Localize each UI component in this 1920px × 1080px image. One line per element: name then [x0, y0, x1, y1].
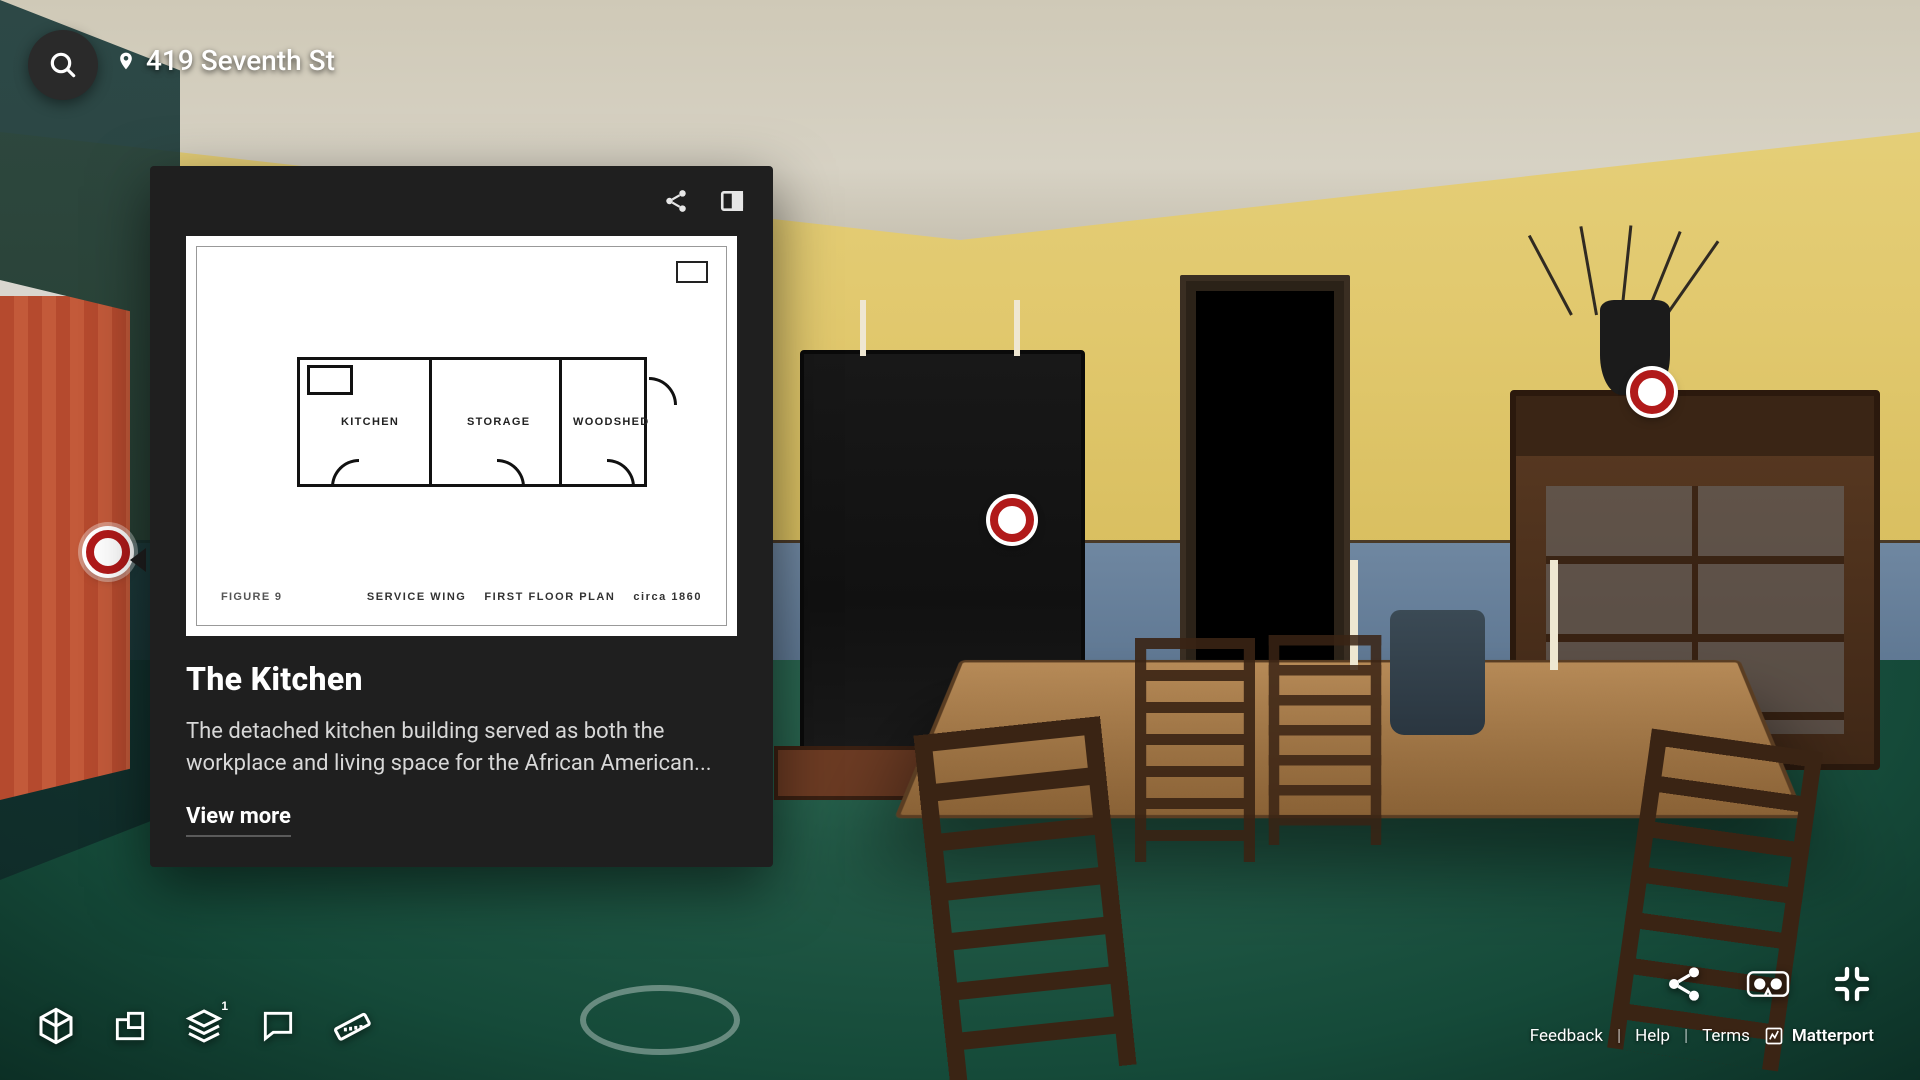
brand-text: Matterport	[1792, 1026, 1874, 1046]
floorplan-icon	[111, 1007, 149, 1045]
pin-icon	[116, 48, 136, 74]
hotspot-kitchen[interactable]	[86, 530, 130, 574]
cube-icon	[36, 1006, 76, 1046]
chair	[1269, 635, 1382, 845]
floors-badge: 1	[221, 1000, 228, 1012]
floor-nav-ring[interactable]	[580, 985, 740, 1055]
footer-separator: |	[1684, 1026, 1688, 1046]
ruler-icon	[332, 1006, 372, 1046]
share-button[interactable]	[661, 186, 691, 216]
share-icon	[1664, 964, 1704, 1004]
hotspot-stove[interactable]	[990, 498, 1034, 542]
info-panel: KITCHEN STORAGE WOODSHED FIGURE 9 SERVIC…	[150, 166, 773, 867]
table-candle	[1550, 560, 1558, 670]
floorplan-figure-number: FIGURE 9	[221, 592, 282, 603]
floorplan-label-woodshed: WOODSHED	[573, 417, 650, 428]
footer-terms-link[interactable]: Terms	[1702, 1026, 1750, 1046]
share-tour-button[interactable]	[1662, 962, 1706, 1006]
vr-headset-icon	[1746, 967, 1790, 1001]
comment-icon	[259, 1007, 297, 1045]
toolbar-left: 1	[36, 1006, 372, 1046]
crock	[1390, 610, 1485, 735]
share-icon	[663, 188, 689, 214]
floorplan-label-storage: STORAGE	[467, 417, 530, 428]
dock-panel-button[interactable]	[717, 186, 747, 216]
footer-help-link[interactable]: Help	[1635, 1026, 1670, 1046]
search-button[interactable]	[28, 30, 98, 100]
dock-panel-icon	[719, 188, 745, 214]
footer-feedback-link[interactable]: Feedback	[1530, 1026, 1603, 1046]
chair	[1135, 638, 1255, 862]
matterport-logo-icon	[1764, 1026, 1784, 1046]
floorplan-caption-circa: circa 1860	[633, 592, 702, 603]
stove-candles	[850, 300, 1030, 360]
comments-button[interactable]	[258, 1006, 298, 1046]
floorplan-diagram: KITCHEN STORAGE WOODSHED FIGURE 9 SERVIC…	[196, 246, 727, 626]
dollhouse-view-button[interactable]	[36, 1006, 76, 1046]
footer: Feedback | Help | Terms Matterport	[1530, 1026, 1874, 1046]
panel-title: The Kitchen	[186, 660, 737, 698]
floorplan-caption-main: SERVICE WING	[367, 592, 467, 603]
chair	[913, 716, 1136, 1080]
floorplan-label-kitchen: KITCHEN	[341, 417, 399, 428]
footer-separator: |	[1617, 1026, 1621, 1046]
measure-button[interactable]	[332, 1006, 372, 1046]
brand-link[interactable]: Matterport	[1764, 1026, 1874, 1046]
view-more-link[interactable]: View more	[186, 804, 291, 837]
panel-header	[150, 166, 773, 236]
location-label[interactable]: 419 Seventh St	[116, 44, 335, 77]
panel-description: The detached kitchen building served as …	[186, 716, 737, 780]
layers-icon	[184, 1006, 224, 1046]
hotspot-vase[interactable]	[1630, 370, 1674, 414]
hotspot-pointer	[130, 548, 146, 572]
tour-viewport[interactable]: 419 Seventh St	[0, 0, 1920, 1080]
search-icon	[47, 49, 79, 81]
doorway	[1180, 275, 1350, 685]
exit-fullscreen-button[interactable]	[1830, 962, 1874, 1006]
floorplan-caption-sub: FIRST FLOOR PLAN	[484, 592, 615, 603]
floorplan-view-button[interactable]	[110, 1006, 150, 1046]
floorplan-caption: SERVICE WING FIRST FLOOR PLAN circa 1860	[367, 592, 702, 603]
toolbar-right	[1662, 962, 1874, 1006]
vr-button[interactable]	[1746, 962, 1790, 1006]
floors-button[interactable]: 1	[184, 1006, 224, 1046]
panel-image[interactable]: KITCHEN STORAGE WOODSHED FIGURE 9 SERVIC…	[186, 236, 737, 636]
exit-fullscreen-icon	[1832, 964, 1872, 1004]
address-text: 419 Seventh St	[146, 44, 335, 77]
